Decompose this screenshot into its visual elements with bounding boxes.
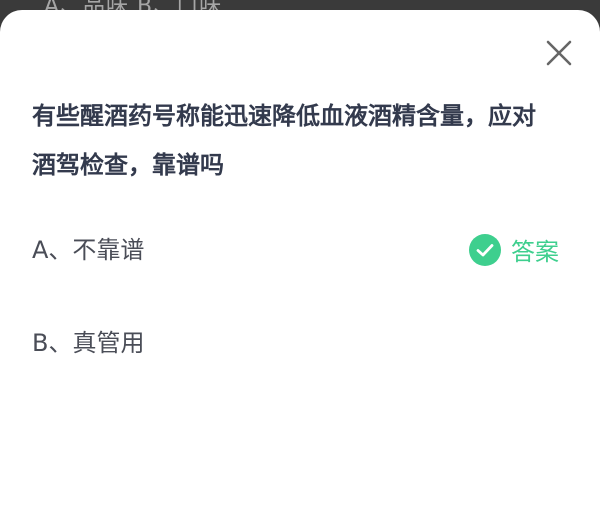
- quiz-sheet: 有些醒酒药号称能迅速降低血液酒精含量，应对酒驾检查，靠谱吗 A、不靠谱 答案 B…: [0, 10, 600, 517]
- answer-badge: 答案: [469, 232, 559, 267]
- option-b[interactable]: B、真管用: [32, 323, 144, 358]
- answer-label: 答案: [511, 238, 559, 266]
- option-a[interactable]: A、不靠谱: [32, 230, 144, 265]
- check-circle-icon: [469, 233, 501, 266]
- close-icon: [546, 40, 572, 66]
- close-button[interactable]: [544, 38, 574, 68]
- question-text: 有些醒酒药号称能迅速降低血液酒精含量，应对酒驾检查，靠谱吗: [32, 102, 536, 179]
